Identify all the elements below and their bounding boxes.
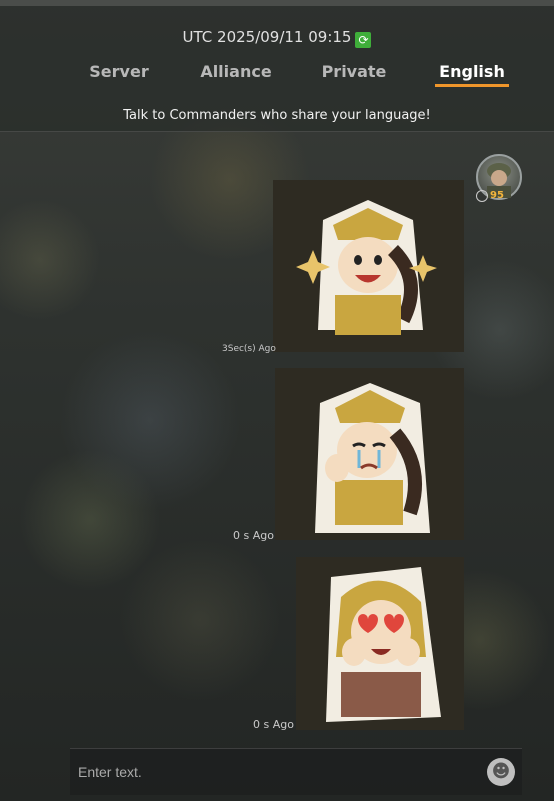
tab-server[interactable]: Server: [69, 62, 169, 81]
language-globe-icon: [476, 190, 488, 202]
active-tab-indicator: [435, 84, 509, 87]
tab-english[interactable]: English: [422, 62, 522, 81]
message-time-2: 0 s Ago: [233, 529, 274, 542]
happy-soldier-girl-sticker-icon: [296, 200, 437, 335]
message-time-1: 3Sec(s) Ago: [222, 344, 276, 354]
message-sticker-1[interactable]: [273, 180, 464, 352]
utc-time-text: UTC 2025/09/11 09:15: [182, 28, 352, 46]
message-input[interactable]: [70, 749, 470, 795]
message-composer: ☻: [70, 748, 522, 795]
crying-soldier-girl-sticker-icon: [315, 383, 430, 533]
smiley-icon[interactable]: ☻: [487, 758, 515, 786]
message-sticker-3[interactable]: [296, 557, 464, 730]
heart-eyes-girl-sticker-icon: [326, 567, 441, 722]
utc-clock: UTC 2025/09/11 09:15 ⟳: [0, 28, 554, 48]
chat-header: UTC 2025/09/11 09:15 ⟳ Server Alliance Pr…: [0, 0, 554, 132]
tab-alliance[interactable]: Alliance: [186, 62, 286, 81]
tab-private[interactable]: Private: [304, 62, 404, 81]
sync-icon[interactable]: ⟳: [355, 32, 372, 48]
message-sticker-2[interactable]: [275, 368, 464, 540]
sender-level: 95: [490, 190, 504, 201]
channel-subtitle: Talk to Commanders who share your langua…: [123, 108, 431, 123]
message-time-3: 0 s Ago: [253, 718, 294, 731]
